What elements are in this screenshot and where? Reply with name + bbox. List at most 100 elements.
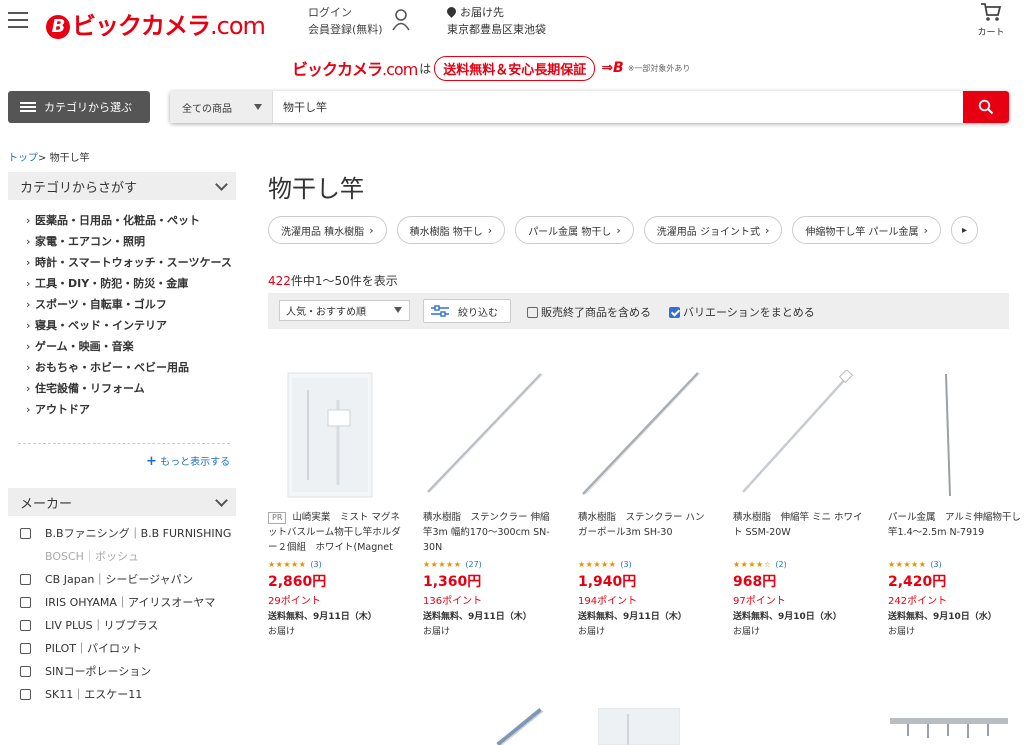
delivery-note: お届け [268,627,296,637]
category-accordion-header[interactable]: カテゴリからさがす [8,172,236,200]
product-image[interactable] [598,708,680,745]
rating-stars: ★★★★★ (3) [268,560,322,569]
product-image[interactable] [888,712,1010,745]
product-name[interactable]: PR 山崎実業 ミスト マグネットバスルーム物干し竿ホルダー２個組 ホワイト(Ma… [268,510,403,556]
product-image[interactable] [733,368,868,500]
category-select-button[interactable]: カテゴリから選ぶ [8,91,150,123]
related-search-chip[interactable]: 洗濯用品 ジョイント式 › [643,216,783,244]
filter-button[interactable]: 絞り込む [423,299,511,323]
page-title: 物干し竿 [268,175,364,203]
product-card[interactable]: 積水樹脂 ステンクラー ハンガーポール3m SH-30 ★★★★★ (3) 1,9… [578,370,713,637]
product-image[interactable] [578,370,713,500]
user-icon[interactable] [392,9,410,31]
product-card[interactable]: パール金属 アルミ伸縮物干し竿1.4〜2.5m N-7919 ★★★★★ (3) … [888,370,1023,637]
category-item[interactable]: ゲーム・映画・音楽 [26,339,236,355]
menu-icon[interactable] [8,12,28,30]
category-item[interactable]: 家電・エアコン・照明 [26,234,236,250]
login-link[interactable]: ログイン 会員登録(無料) [308,4,383,38]
maker-option[interactable]: CB Japan｜シービージャパン [20,571,236,588]
product-name[interactable]: 積水樹脂 ステンクラー ハンガーポール3m SH-30 [578,510,713,556]
product-card[interactable]: 積水樹脂 ステンクラー 伸縮竿3m 幅約170〜300cm SN-30N ★★★… [423,370,558,637]
product-points: 194ポイント [578,596,638,607]
delivery-note: お届け [578,627,606,637]
maker-option[interactable]: IRIS OHYAMA｜アイリスオーヤマ [20,594,236,611]
search-button[interactable] [963,91,1009,123]
login-label: ログイン [308,6,352,19]
delivery-note: お届け [733,627,761,637]
review-count[interactable]: (3) [620,560,631,569]
search-scope-select[interactable]: 全ての商品 [170,91,273,123]
breadcrumb-current: 物干し竿 [49,153,90,164]
breadcrumb-top-link[interactable]: トップ [8,153,38,164]
related-search-chips: 洗濯用品 積水樹脂 › 積水樹脂 物干し › パール金属 物干し › 洗濯用品 ジョイ… [268,216,1009,244]
product-price: 1,940円 [578,574,637,590]
maker-option[interactable]: PILOT｜パイロット [20,640,236,657]
product-image[interactable] [888,370,1023,500]
show-more-link[interactable]: + もっと表示する [146,453,230,469]
product-name[interactable]: 積水樹脂 ステンクラー 伸縮竿3m 幅約170〜300cm SN-30N [423,510,558,556]
group-variations-checkbox[interactable]: バリエーションをまとめる [669,304,815,320]
maker-option[interactable]: SINコーポレーション [20,663,236,680]
related-search-chip[interactable]: 洗濯用品 積水樹脂 › [268,216,387,244]
dropdown-arrow-icon [394,307,402,313]
maker-accordion-header[interactable]: メーカー [8,488,236,516]
sort-select[interactable]: 人気・おすすめ順 [279,300,410,321]
category-item[interactable]: おもちゃ・ホビー・ベビー用品 [26,360,236,376]
category-item[interactable]: 工具・DIY・防犯・防災・金庫 [26,276,236,292]
product-image[interactable] [493,708,553,745]
location-pin-icon [445,5,458,18]
divider [18,443,230,444]
product-card[interactable]: 積水樹脂 伸縮竿 ミニ ホワイト SSM-20W ★★★★☆ (2) 968円 9… [733,368,868,637]
maker-option[interactable]: LIV PLUS｜リブプラス [20,617,236,634]
shipping-info: 送料無料、9月10日（水） [888,612,997,622]
product-image[interactable] [423,370,558,500]
rating-stars: ★★★★☆ (2) [733,560,787,569]
search-input[interactable] [273,91,963,123]
site-logo[interactable]: B ビックカメラ.com [46,6,266,41]
promo-pill: 送料無料＆安心長期保証 [434,55,596,81]
related-search-chip[interactable]: 伸縮物干し竿 パール金属 › [792,216,941,244]
category-item[interactable]: 時計・スマートウォッチ・スーツケース [26,255,236,271]
category-item[interactable]: 寝具・ベッド・インテリア [26,318,236,334]
related-search-chip[interactable]: パール金属 物干し › [515,216,634,244]
product-name[interactable]: パール金属 アルミ伸縮物干し竿1.4〜2.5m N-7919 [888,510,1023,556]
checkbox[interactable] [20,689,31,700]
review-count[interactable]: (2) [775,560,786,569]
delivery-location[interactable]: お届け先 東京都豊島区東池袋 [445,4,546,38]
shipping-info: 送料無料、9月11日（木） [578,612,687,622]
review-count[interactable]: (3) [930,560,941,569]
chips-next-button[interactable]: ▸ [950,216,978,244]
category-item[interactable]: 住宅設備・リフォーム [26,381,236,397]
category-item[interactable]: スポーツ・自転車・ゴルフ [26,297,236,313]
sliders-icon [431,305,449,317]
category-item[interactable]: 医薬品・日用品・化粧品・ペット [26,213,236,229]
truck-icon: ⇒B [601,60,624,76]
checkbox-checked[interactable] [669,306,680,318]
list-icon [20,100,36,114]
checkbox[interactable] [20,528,31,539]
promo-banner[interactable]: ビックカメラ.com は 送料無料＆安心長期保証 ⇒B ※一部対象外あり [292,55,690,81]
checkbox[interactable] [20,597,31,608]
maker-option[interactable]: SK11｜エスケー11 [20,686,236,703]
checkbox[interactable] [20,666,31,677]
related-search-chip[interactable]: 積水樹脂 物干し › [396,216,506,244]
product-card[interactable]: PR 山崎実業 ミスト マグネットバスルーム物干し竿ホルダー２個組 ホワイト(Ma… [268,370,403,637]
review-count[interactable]: (27) [465,560,481,569]
breadcrumb-separator: > [38,153,47,164]
dropdown-arrow-icon [254,104,262,110]
category-item[interactable]: アウトドア [26,402,236,418]
product-name[interactable]: 積水樹脂 伸縮竿 ミニ ホワイト SSM-20W [733,510,868,556]
product-image[interactable] [268,370,403,500]
checkbox[interactable] [20,643,31,654]
checkbox[interactable] [20,574,31,585]
product-price: 1,360円 [423,574,482,590]
checkbox[interactable] [527,306,538,318]
pr-badge: PR [268,512,287,524]
review-count[interactable]: (3) [310,560,321,569]
checkbox[interactable] [20,620,31,631]
product-points: 242ポイント [888,596,948,607]
maker-option[interactable]: B.Bファニシング｜B.B FURNISHING [20,525,236,542]
include-discontinued-checkbox[interactable]: 販売終了商品を含める [527,304,651,320]
register-label: 会員登録(無料) [308,23,383,36]
cart-button[interactable]: カート [974,2,1008,38]
